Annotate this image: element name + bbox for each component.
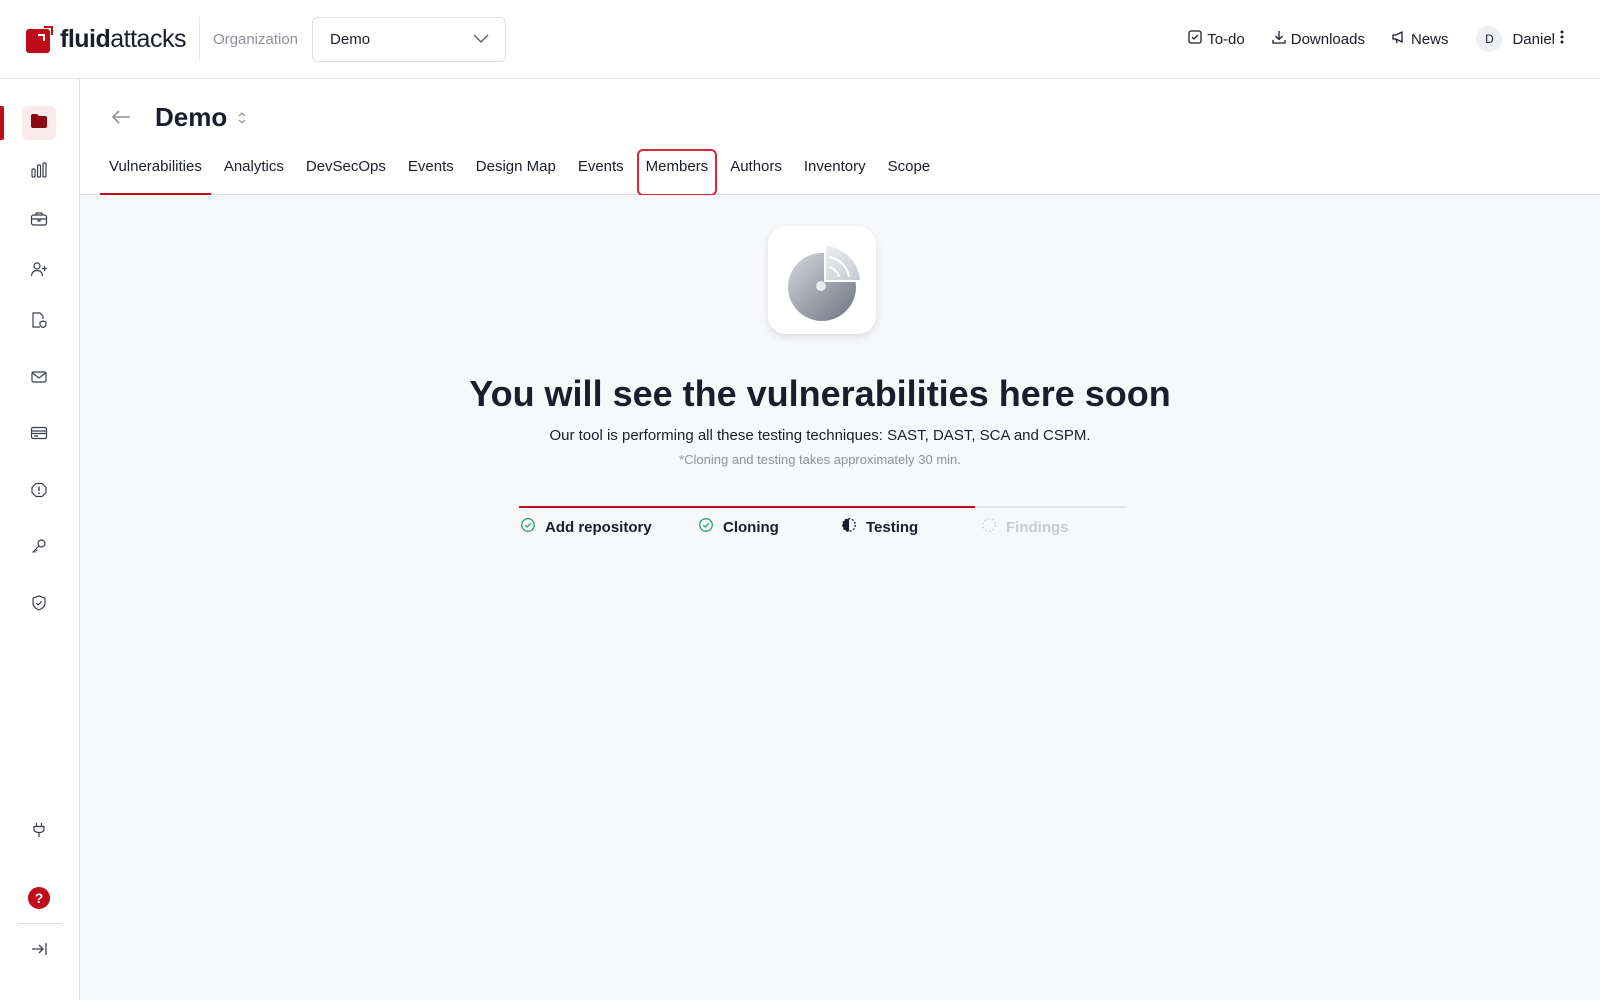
help-button[interactable]: ? [28,887,50,909]
dashed-circle-icon [981,517,1006,537]
step-add-repository: Add repository [520,517,698,537]
folder-icon [30,113,48,134]
plug-icon [30,822,48,843]
radar-scan-icon [768,226,876,334]
sidebar-item-policies[interactable] [22,305,56,339]
bar-chart-icon [30,161,48,183]
organization-selected-value: Demo [330,30,371,48]
logo-text: fluidattacks [60,24,186,53]
step-label: Add repository [545,518,652,536]
sidebar-item-integrations[interactable] [22,815,56,849]
sort-switch-icon[interactable] [238,111,246,130]
sidebar-item-messages[interactable] [22,362,56,396]
empty-state-description: Our tool is performing all these testing… [549,427,1091,444]
step-findings: Findings [981,517,1069,537]
group-header: Demo Vulnerabilities Analytics DevSecOps… [80,80,1600,196]
sidebar-item-compliance[interactable] [22,588,56,622]
check-circle-icon [698,517,723,537]
sidebar-item-members[interactable] [22,254,56,288]
page-title: Demo [155,102,228,132]
sidebar-item-credentials[interactable] [22,531,56,565]
tab-inventory[interactable]: Inventory [795,150,875,195]
divider [198,17,200,61]
alert-icon [30,482,48,503]
credit-card-icon [30,425,48,446]
user-name: Daniel [1512,30,1555,48]
sidebar-item-alerts[interactable] [22,475,56,509]
tab-analytics[interactable]: Analytics [215,150,293,195]
sidebar-item-groups[interactable] [22,106,56,140]
sidebar-divider [18,923,62,924]
organization-label: Organization [212,30,299,48]
tab-scope[interactable]: Scope [879,150,940,195]
tab-vulnerabilities[interactable]: Vulnerabilities [100,150,211,196]
user-menu[interactable]: D Daniel [1476,26,1564,52]
news-label: News [1410,30,1449,48]
step-testing: Testing [841,517,981,537]
download-icon [1271,29,1291,49]
news-button[interactable]: News [1391,29,1449,49]
top-bar: fluidattacks Organization Demo To-do Dow… [0,0,1600,79]
progress-fill [519,506,975,508]
empty-state-note: *Cloning and testing takes approximately… [679,452,961,467]
tab-authors[interactable]: Authors [721,150,791,195]
expand-right-icon [30,941,48,962]
tab-events-2[interactable]: Events [569,150,633,195]
step-cloning: Cloning [698,517,841,537]
mail-icon [30,369,48,390]
sidebar-item-portfolio[interactable] [22,204,56,238]
tab-devsecops[interactable]: DevSecOps [297,150,395,195]
todo-button[interactable]: To-do [1187,29,1245,49]
empty-state-headline: You will see the vulnerabilities here so… [469,373,1171,414]
todo-label: To-do [1207,30,1245,48]
todo-icon [1187,29,1207,49]
progress-steps: Add repository Cloning Testing Findings [520,517,1069,537]
half-circle-progress-icon [841,517,866,537]
shield-check-icon [30,594,48,616]
key-icon [30,538,48,559]
downloads-button[interactable]: Downloads [1271,29,1365,49]
tab-design-map[interactable]: Design Map [467,150,565,195]
downloads-label: Downloads [1290,30,1365,48]
sidebar: ? [0,79,80,1000]
main-content: You will see the vulnerabilities here so… [80,195,1600,1000]
tab-events[interactable]: Events [399,150,463,195]
avatar: D [1476,26,1503,52]
step-label: Findings [1006,518,1069,536]
sidebar-active-indicator [0,106,4,140]
briefcase-icon [30,211,48,232]
kebab-menu-icon[interactable] [1560,30,1564,48]
step-label: Cloning [723,518,779,536]
sidebar-item-analytics[interactable] [22,155,56,189]
logo-mark-icon [26,25,54,53]
chevron-down-icon [473,31,489,48]
tab-members[interactable]: Members [636,149,718,196]
megaphone-icon [1391,29,1411,49]
back-arrow-icon[interactable] [110,108,132,131]
step-label: Testing [866,518,919,536]
file-shield-icon [30,311,48,333]
sidebar-expand-button[interactable] [22,934,56,968]
user-plus-icon [30,261,48,282]
check-circle-icon [520,517,545,537]
tab-bar: Vulnerabilities Analytics DevSecOps Even… [100,149,943,196]
progress-track [519,506,1127,508]
organization-select[interactable]: Demo [312,16,507,62]
sidebar-item-billing[interactable] [22,418,56,452]
logo[interactable]: fluidattacks [26,19,186,59]
